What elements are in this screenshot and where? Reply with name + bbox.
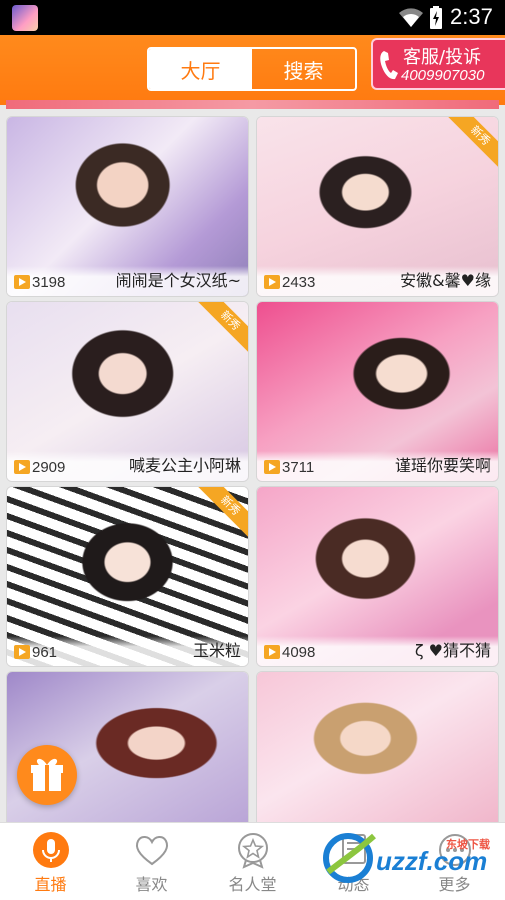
segmented-control: 大厅 搜索 — [147, 47, 357, 91]
tab-lobby[interactable]: 大厅 — [149, 49, 252, 89]
app-header: 大厅 搜索 客服/投诉 4009907030 — [0, 35, 505, 105]
banner-strip — [6, 100, 499, 109]
room-title: 安徽&馨♥缘 — [400, 271, 491, 290]
viewer-count: 3711 — [282, 459, 315, 476]
clock: 2:37 — [450, 4, 493, 29]
viewer-count: 4098 — [282, 644, 316, 661]
gift-icon — [31, 758, 63, 791]
room-title: 谨瑶你要笑啊 — [394, 456, 491, 475]
room-card[interactable]: 4098 ζ ♥猜不猜 — [256, 486, 499, 667]
status-bar: 2:37 — [0, 0, 505, 35]
tab-label: 喜欢 — [135, 875, 168, 894]
watermark: 东坡下载 uzzf.com — [318, 828, 498, 888]
viewer-count: 3198 — [32, 274, 66, 291]
heart-icon — [135, 836, 168, 866]
room-card[interactable]: 新秀 2433 安徽&馨♥缘 — [256, 116, 499, 297]
play-icon — [14, 645, 30, 659]
play-icon — [14, 460, 30, 474]
room-title: 玉米粒 — [192, 641, 241, 660]
gift-button[interactable] — [17, 745, 77, 805]
room-card[interactable] — [256, 671, 499, 831]
room-title: 闹闹是个女汉纸~ — [115, 271, 241, 290]
play-icon — [264, 460, 280, 474]
viewer-count: 2433 — [282, 274, 316, 291]
room-card[interactable]: 3711 谨瑶你要笑啊 — [256, 301, 499, 482]
room-card[interactable]: 新秀 2909 喊麦公主小阿琳 — [6, 301, 249, 482]
service-phone: 4009907030 — [401, 67, 485, 84]
room-card[interactable]: 3198 闹闹是个女汉纸~ — [6, 116, 249, 297]
mic-icon — [32, 832, 69, 868]
watermark-logo — [323, 833, 376, 883]
play-icon — [264, 275, 280, 289]
play-icon — [14, 275, 30, 289]
watermark-text: uzzf.com — [376, 846, 488, 876]
room-title: 喊麦公主小阿琳 — [128, 456, 241, 475]
room-title: ζ ♥猜不猜 — [414, 641, 491, 660]
room-photo — [257, 672, 498, 830]
tab-search[interactable]: 搜索 — [252, 49, 355, 89]
service-title: 客服/投诉 — [403, 47, 482, 68]
viewer-count: 2909 — [32, 459, 66, 476]
phone-icon — [380, 51, 398, 80]
app-notification-icon — [12, 5, 38, 31]
customer-service-button[interactable]: 客服/投诉 4009907030 — [371, 38, 505, 90]
tab-favorites[interactable]: 喜欢 — [101, 823, 202, 900]
tab-hall-of-fame[interactable]: 名人堂 — [202, 823, 303, 900]
battery-icon — [430, 6, 442, 29]
wifi-icon — [399, 8, 423, 27]
tab-label: 名人堂 — [228, 875, 277, 894]
play-icon — [264, 645, 280, 659]
star-badge-icon — [237, 833, 268, 869]
tab-live[interactable]: 直播 — [0, 823, 101, 900]
viewer-count: 961 — [32, 644, 58, 661]
room-card[interactable]: 新秀 961 玉米粒 — [6, 486, 249, 667]
tab-label: 直播 — [34, 875, 67, 894]
